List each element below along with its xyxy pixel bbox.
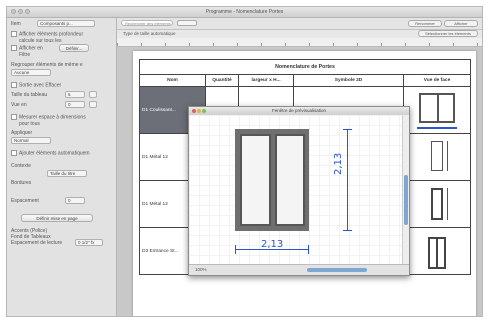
filter-label: Filtre — [19, 52, 31, 58]
scale-field[interactable]: 5 — [65, 91, 85, 98]
rename-button[interactable]: Renommer — [408, 20, 442, 27]
apply-label: Appliquer — [11, 130, 33, 136]
header-symbol[interactable]: Symbole 2D — [293, 74, 404, 87]
preview-title: Fenêtre de prévisualisation — [271, 108, 327, 113]
group-section-label: Regrouper éléments de même e — [11, 62, 83, 68]
param-label: Mesurer espace à dimensions — [19, 114, 86, 121]
header-name[interactable]: Nom — [139, 74, 206, 87]
preview-status-bar: 100% — [189, 264, 409, 275]
group-dropdown[interactable]: Aucune — [11, 69, 51, 76]
single-door-thumbnail — [422, 184, 452, 224]
row-front-view — [403, 133, 471, 181]
preview-canvas[interactable]: 2,13 2,13 — [189, 115, 403, 265]
scale-stepper[interactable] — [89, 91, 97, 98]
door-leaf-right — [275, 134, 305, 226]
dimension-tick — [308, 245, 309, 254]
auto-checkbox[interactable]: Ajouter éléments automatiquem — [11, 150, 112, 156]
horizontal-ruler — [117, 38, 482, 47]
entrance-door-thumbnail — [422, 231, 452, 271]
checkbox-icon[interactable] — [11, 82, 17, 88]
page-setup-button[interactable]: Définir mise en page — [21, 214, 93, 222]
scroll-thumb[interactable] — [404, 175, 408, 225]
double-door-thumbnail — [417, 91, 457, 129]
header-front-view[interactable]: Vue de face — [403, 74, 471, 87]
auto-label: Ajouter éléments automatiquem — [19, 150, 90, 157]
row-front-view — [403, 227, 471, 275]
window-title: Programme - Nomenclature Portes — [205, 9, 284, 15]
filter-define-button[interactable]: Définir... — [59, 44, 89, 52]
footer-field[interactable]: 0 1/2" fx — [75, 239, 103, 246]
single-door-thumbnail — [422, 137, 452, 177]
index-label: Espacement — [11, 198, 39, 204]
checkbox-icon[interactable] — [11, 31, 17, 37]
height-dimension-line — [347, 129, 348, 231]
select-elements-button[interactable]: Sélectionner les éléments — [418, 30, 478, 37]
preview-horizontal-scrollbar[interactable] — [307, 268, 367, 272]
schedule-title: Nomenclature de Portes — [139, 59, 471, 75]
view-segmented-control[interactable] — [177, 20, 197, 26]
index-field[interactable]: 0 — [65, 197, 85, 204]
view-stepper[interactable] — [89, 101, 97, 108]
checkbox-depth-label: Afficher éléments profondeur — [19, 31, 84, 38]
sub-toolbar: Type de taille automatique Sélectionner … — [117, 30, 482, 38]
checkbox-depth[interactable]: Afficher éléments profondeur — [11, 31, 112, 37]
zoom-level[interactable]: 100% — [195, 267, 207, 272]
content-label: Bordures — [11, 180, 32, 186]
door-leaf-left — [240, 134, 271, 226]
checkbox-icon[interactable] — [11, 114, 17, 120]
apply-dropdown[interactable]: Normal — [11, 137, 51, 144]
checkbox-show-label: Afficher en — [19, 45, 43, 52]
autosize-label: Type de taille automatique — [123, 31, 176, 36]
toolbar: Rechercher des éléments Renommer Affiche… — [117, 18, 482, 30]
dimension-tick — [235, 245, 236, 254]
checkbox-icon[interactable] — [11, 150, 17, 156]
dimension-tick — [343, 230, 352, 231]
param-checkbox[interactable]: Mesurer espace à dimensions — [11, 114, 112, 120]
checkbox-icon[interactable] — [11, 45, 17, 51]
header-size[interactable]: largeur x H... — [238, 74, 294, 87]
view-field[interactable]: 0 — [65, 101, 85, 108]
header-quantity[interactable]: Quantité — [205, 74, 239, 87]
dimension-tick — [343, 129, 352, 130]
param-sublabel: pour tous — [19, 121, 40, 127]
title-bar: Programme - Nomenclature Portes — [7, 7, 482, 18]
item-dropdown[interactable]: Composants p... — [37, 20, 95, 27]
height-dimension-text[interactable]: 2,13 — [333, 153, 344, 175]
width-dimension-text[interactable]: 2,13 — [261, 239, 283, 250]
row-front-view — [403, 86, 471, 134]
preview-window[interactable]: Fenêtre de prévisualisation 2,13 2,13 10… — [188, 106, 410, 276]
column-label: Contexte — [11, 163, 32, 169]
echo-label: Sortie avec Effacer — [19, 82, 62, 89]
settings-panel: Item Composants p... Afficher éléments p… — [7, 18, 117, 316]
column-dropdown[interactable]: Taille du titre — [47, 170, 87, 177]
search-input[interactable]: Rechercher des éléments — [121, 20, 173, 26]
echo-checkbox[interactable]: Sortie avec Effacer — [11, 82, 112, 88]
preview-vertical-scrollbar[interactable] — [402, 115, 409, 265]
row-front-view — [403, 180, 471, 228]
show-button[interactable]: Afficher — [444, 20, 478, 27]
